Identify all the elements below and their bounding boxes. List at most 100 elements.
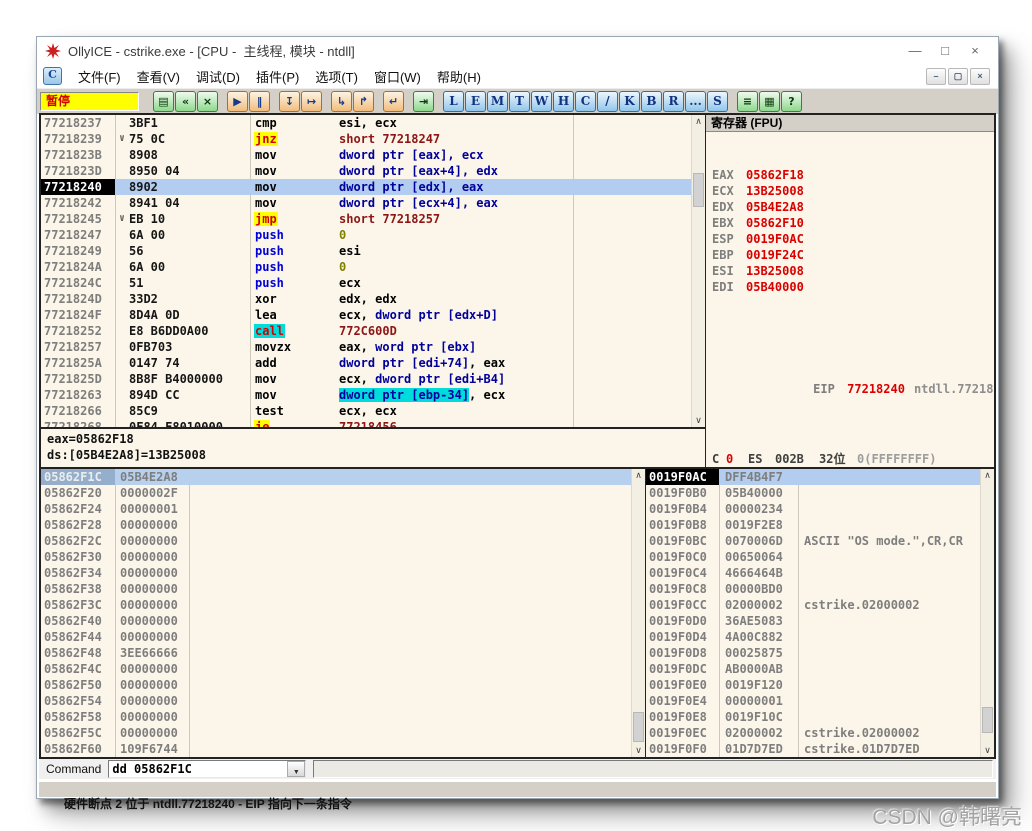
stack-row[interactable]: 0019F0D44A00C882 (646, 629, 981, 645)
mdi-close-button[interactable]: × (970, 68, 990, 85)
stack-row[interactable]: 0019F0F001D7D7EDcstrike.01D7D7ED (646, 741, 981, 757)
register-row[interactable]: ECX13B25008 (712, 183, 994, 199)
references-window-button[interactable]: R (663, 91, 684, 112)
disasm-row[interactable]: 77218252E8 B6DD0A00call772C600D (41, 323, 692, 339)
disasm-scrollbar[interactable] (691, 115, 705, 427)
run-trace-window-button[interactable]: ... (685, 91, 706, 112)
dump-row[interactable]: 05862F3C00000000 (41, 597, 632, 613)
mdi-restore-button[interactable]: ▢ (948, 68, 968, 85)
call-stack-window-button[interactable]: K (619, 91, 640, 112)
dump-row[interactable]: 05862F3400000000 (41, 565, 632, 581)
run-button[interactable]: ▶ (227, 91, 248, 112)
disasm-row[interactable]: 772182373BF1cmpesi, ecx (41, 115, 692, 131)
step-into-button[interactable]: ↧ (279, 91, 300, 112)
stack-row[interactable]: 0019F0B005B40000 (646, 485, 981, 501)
stack-row[interactable]: 0019F0E80019F10C (646, 709, 981, 725)
register-row[interactable]: EBX05862F10 (712, 215, 994, 231)
run-to-cursor-button[interactable]: ⇥ (413, 91, 434, 112)
register-row[interactable]: EDI05B40000 (712, 279, 994, 295)
scroll-up-icon[interactable] (632, 469, 645, 482)
dump-row[interactable]: 05862F5C00000000 (41, 725, 632, 741)
appearance-button[interactable]: ▦ (759, 91, 780, 112)
stack-row[interactable]: 0019F0E00019F120 (646, 677, 981, 693)
command-args-field[interactable] (313, 760, 993, 778)
stack-row[interactable]: 0019F0DCAB0000AB (646, 661, 981, 677)
mdi-system-icon[interactable]: C (43, 67, 62, 85)
log-window-button[interactable]: L (443, 91, 464, 112)
disasm-row[interactable]: 7721824D33D2xoredx, edx (41, 291, 692, 307)
dump-row[interactable]: 05862F4000000000 (41, 613, 632, 629)
dump-row[interactable]: 05862F4C00000000 (41, 661, 632, 677)
pause-exec-button[interactable]: ‖ (249, 91, 270, 112)
app-icon[interactable] (45, 43, 61, 59)
scroll-thumb[interactable] (693, 173, 704, 207)
step-over-button[interactable]: ↦ (301, 91, 322, 112)
disasm-row[interactable]: 7721823975 0Cjnzshort 77218247 (41, 131, 692, 147)
register-row[interactable]: ESI13B25008 (712, 263, 994, 279)
stack-row[interactable]: 0019F0C800000BD0 (646, 581, 981, 597)
dump-row[interactable]: 05862F4400000000 (41, 629, 632, 645)
stack-row[interactable]: 0019F0D036AE5083 (646, 613, 981, 629)
windows-list-button[interactable]: ≡ (737, 91, 758, 112)
dump-row[interactable]: 05862F1C05B4E2A8 (41, 469, 632, 485)
dump-row[interactable]: 05862F2800000000 (41, 517, 632, 533)
stack-row[interactable]: 0019F0B80019F2E8 (646, 517, 981, 533)
menu-item[interactable]: 帮助(H) (429, 67, 489, 86)
disasm-row[interactable]: 7721824A6A 00push0 (41, 259, 692, 275)
dump-row[interactable]: 05862F483EE66666 (41, 645, 632, 661)
scroll-thumb[interactable] (633, 712, 644, 742)
disasm-row[interactable]: 7721823B8908movdword ptr [eax], ecx (41, 147, 692, 163)
stack-row[interactable]: 0019F0BC0070006DASCII "OS mode.",CR,CR (646, 533, 981, 549)
stack-row[interactable]: 0019F0C44666464B (646, 565, 981, 581)
command-combobox[interactable]: dd 05862F1C (108, 760, 306, 778)
dump-row[interactable]: 05862F60109F6744 (41, 741, 632, 757)
disasm-row[interactable]: 7721825A0147 74adddword ptr [edi+74], ea… (41, 355, 692, 371)
execute-till-return-button[interactable]: ↵ (383, 91, 404, 112)
menu-item[interactable]: 选项(T) (307, 67, 366, 86)
command-input[interactable]: dd 05862F1C (109, 761, 287, 777)
dump-row[interactable]: 05862F200000002F (41, 485, 632, 501)
disasm-row[interactable]: 772182570FB703movzxeax, word ptr [ebx] (41, 339, 692, 355)
animate-into-button[interactable]: ↳ (331, 91, 352, 112)
combo-dropdown-icon[interactable] (287, 761, 305, 777)
disasm-row[interactable]: 772182476A 00push0 (41, 227, 692, 243)
cpu-window-button[interactable]: C (575, 91, 596, 112)
dump-scrollbar[interactable] (631, 469, 645, 757)
disasm-row[interactable]: 7721824F8D4A 0Dleaecx, dword ptr [edx+D] (41, 307, 692, 323)
handles-window-button[interactable]: H (553, 91, 574, 112)
dump-row[interactable]: 05862F5000000000 (41, 677, 632, 693)
animate-over-button[interactable]: ↱ (353, 91, 374, 112)
dump-row[interactable]: 05862F3000000000 (41, 549, 632, 565)
minimize-button[interactable]: — (900, 43, 930, 58)
disasm-row[interactable]: 772182680F84 F8010000je77218456 (41, 419, 692, 427)
register-row[interactable]: EDX05B4E2A8 (712, 199, 994, 215)
open-file-button[interactable]: ▤ (153, 91, 174, 112)
dump-row[interactable]: 05862F2C00000000 (41, 533, 632, 549)
stack-row[interactable]: 0019F0E400000001 (646, 693, 981, 709)
help-button[interactable]: ? (781, 91, 802, 112)
patches-window-button[interactable]: / (597, 91, 618, 112)
dump-row[interactable]: 05862F2400000001 (41, 501, 632, 517)
disasm-row[interactable]: 77218245EB 10jmpshort 77218257 (41, 211, 692, 227)
disasm-row[interactable]: 7721825D8B8F B4000000movecx, dword ptr [… (41, 371, 692, 387)
register-row[interactable]: EBP0019F24C (712, 247, 994, 263)
dump-row[interactable]: 05862F3800000000 (41, 581, 632, 597)
executables-window-button[interactable]: E (465, 91, 486, 112)
register-row[interactable]: ESP0019F0AC (712, 231, 994, 247)
disasm-row[interactable]: 772182428941 04movdword ptr [ecx+4], eax (41, 195, 692, 211)
disasm-row[interactable]: 7721826685C9testecx, ecx (41, 403, 692, 419)
source-window-button[interactable]: S (707, 91, 728, 112)
menu-item[interactable]: 文件(F) (70, 67, 129, 86)
maximize-button[interactable]: □ (930, 43, 960, 58)
titlebar[interactable]: OllyICE - cstrike.exe - [CPU - 主线程, 模块 -… (37, 37, 998, 64)
watches-window-button[interactable]: W (531, 91, 552, 112)
disasm-row[interactable]: 772182408902movdword ptr [edx], eax (41, 179, 692, 195)
scroll-down-icon[interactable] (981, 744, 994, 757)
stack-row[interactable]: 0019F0D800025875 (646, 645, 981, 661)
dump-row[interactable]: 05862F5400000000 (41, 693, 632, 709)
disasm-row[interactable]: 7721824C51pushecx (41, 275, 692, 291)
menu-item[interactable]: 调试(D) (188, 67, 248, 86)
scroll-up-icon[interactable] (692, 115, 705, 128)
disasm-row[interactable]: 77218263894D CCmovdword ptr [ebp-34], ec… (41, 387, 692, 403)
eip-row[interactable]: EIP77218240ntdll.77218240 (712, 365, 994, 381)
